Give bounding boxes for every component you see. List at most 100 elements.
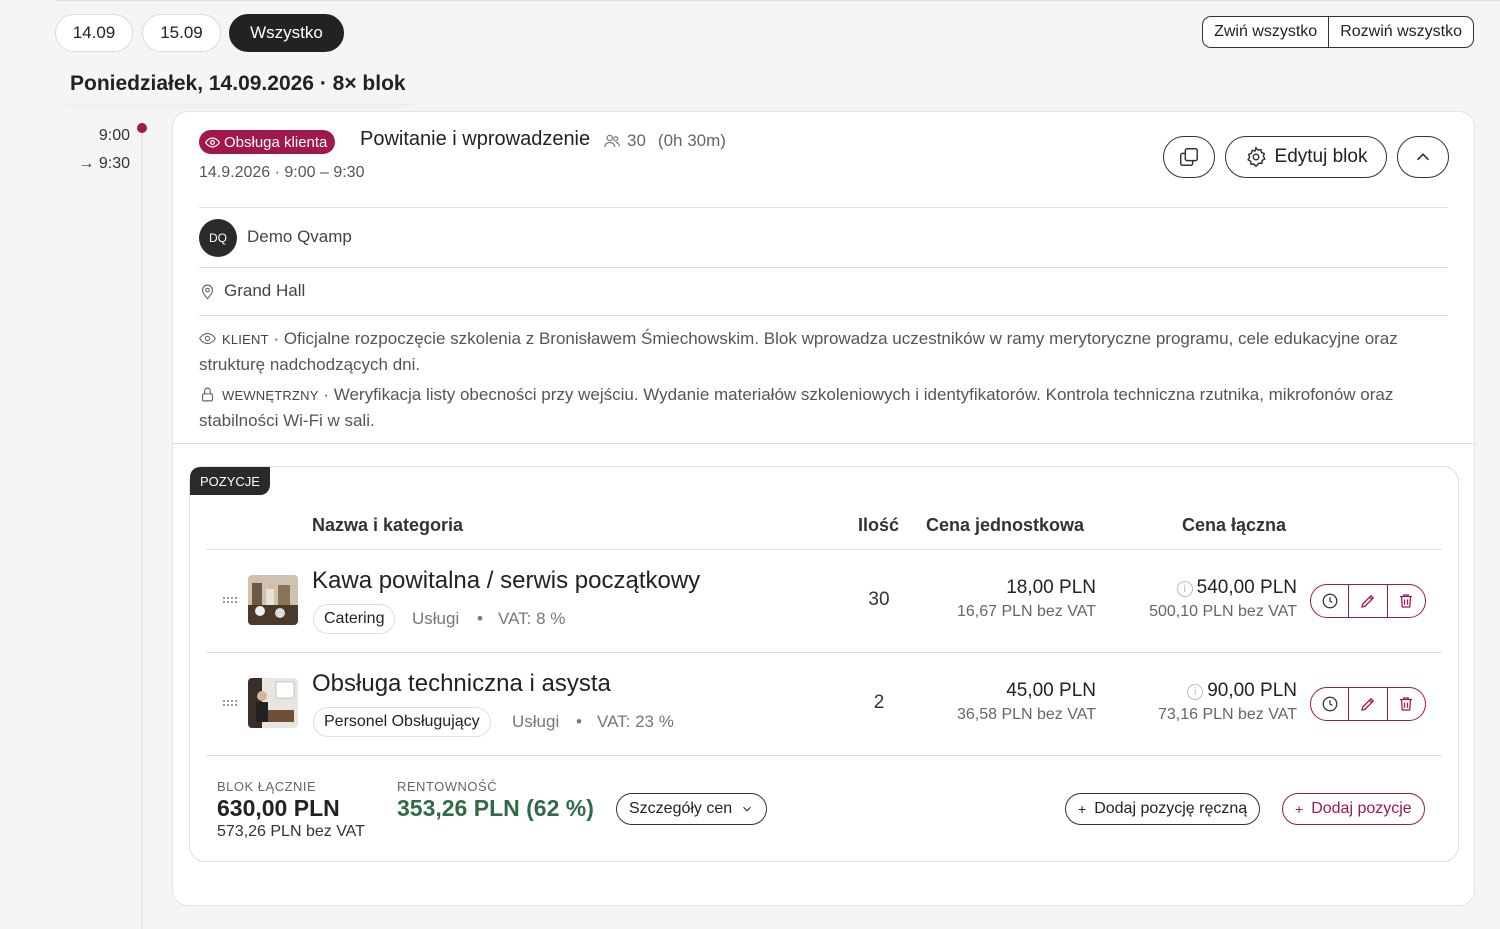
location-label: Grand Hall [224,281,306,300]
add-positions-button[interactable]: + Dodaj pozycje [1282,793,1425,825]
block-duration: (0h 30m) [657,131,726,150]
item-unit-price: 45,00 PLN 36,58 PLN bez VAT [957,680,1096,724]
separator-dot: • [576,712,582,731]
item-vat: VAT: 8 % [498,609,566,628]
gear-icon [1246,146,1266,168]
delete-button[interactable] [1386,585,1425,617]
edit-button[interactable] [1348,688,1386,720]
duplicate-button[interactable] [1163,136,1215,178]
eye-icon [205,136,220,148]
edit-block-label: Edytuj blok [1274,146,1368,167]
chevron-down-icon [743,806,752,812]
collapse-block-button[interactable] [1397,136,1449,178]
block-total: 630,00 PLN [217,795,340,821]
history-button[interactable] [1311,688,1348,720]
delete-button[interactable] [1386,688,1425,720]
block-card: Obsługa klienta Powitanie i wprowadzenie… [172,111,1475,906]
map-pin-icon [201,284,214,299]
tab-14-09[interactable]: 14.09 [55,14,133,52]
collapse-all-button[interactable]: Zwiń wszystko [1203,17,1328,47]
item-vat: VAT: 23 % [597,712,674,731]
owner-name: Demo Qvamp [247,227,352,246]
separator-dot: • [477,609,483,628]
price-details-label: Szczegóły cen [629,800,733,817]
tab-all[interactable]: Wszystko [229,14,344,52]
divider [173,443,1474,444]
client-note-text: · Oficjalne rozpoczęcie szkolenia z Bron… [199,329,1398,374]
timeline-times: 9:00 → 9:30 [60,122,130,178]
info-icon[interactable]: i [1176,581,1193,597]
item-unit-price: 18,00 PLN 16,67 PLN bez VAT [957,577,1096,621]
internal-note-text: · Weryfikacja listy obecności przy wejśc… [199,385,1394,430]
history-button[interactable] [1311,585,1348,617]
profit-value: 353,26 PLN (62 %) [397,795,594,821]
item-total-price: i 90,00 PLN 73,16 PLN bez VAT [1158,680,1297,724]
block-total-label: BLOK ŁĄCZNIE [217,779,317,794]
divider [199,267,1448,268]
profit-label: RENTOWNOŚĆ [397,779,498,794]
internal-tag: WEWNĘTRZNY [222,388,319,403]
category-label: Obsługa klienta [224,133,328,151]
total-price-net: 73,16 PLN bez VAT [1157,706,1297,723]
unit-price-gross: 18,00 PLN [1006,577,1096,598]
pencil-icon [1361,697,1375,711]
price-details-dropdown[interactable]: Szczegóły cen [616,793,768,825]
avatar: DQ [199,219,237,257]
add-manual-label: Dodaj pozycję ręczną [1094,800,1248,817]
item-qty: 2 [873,692,885,713]
item-name: Obsługa techniczna i asysta [312,670,611,697]
add-manual-position-button[interactable]: + Dodaj pozycję ręczną [1065,793,1261,825]
header-unit-price: Cena jednostkowa [926,515,1085,535]
copy-icon [1180,148,1198,166]
row-divider [206,652,1442,653]
end-time: → 9:30 [78,155,130,172]
plus-icon: + [1295,801,1304,817]
edit-block-button[interactable]: Edytuj blok [1225,136,1387,178]
unit-price-gross: 45,00 PLN [1006,680,1096,701]
top-divider [55,0,1500,3]
trash-icon [1400,594,1413,608]
expand-all-button[interactable]: Rozwiń wszystko [1328,17,1473,47]
eye-icon [199,332,216,345]
category-badge: Obsługa klienta [199,130,336,154]
header-name: Nazwa i kategoria [312,515,464,535]
lock-icon [201,387,214,402]
row-divider [206,755,1442,756]
block-title: Powitanie i wprowadzenie [360,128,591,150]
item-actions [1310,687,1426,721]
edit-button[interactable] [1348,585,1386,617]
unit-price-net: 16,67 PLN bez VAT [956,603,1096,620]
location: Grand Hall [199,281,305,301]
pencil-icon [1361,594,1375,608]
client-note: KLIENT · Oficjalne rozpoczęcie szkolenia… [199,326,1451,377]
clock-icon [1322,696,1338,712]
total-price-net: 500,10 PLN bez VAT [1149,603,1297,620]
drag-handle-icon[interactable] [222,596,240,604]
item-name: Kawa powitalna / serwis początkowy [312,567,701,594]
chevron-up-icon [1416,153,1430,161]
trash-icon [1400,697,1413,711]
info-icon[interactable]: i [1187,684,1204,700]
item-total-price: i 540,00 PLN 500,10 PLN bez VAT [1149,577,1297,621]
row-divider [206,549,1442,550]
unit-price-net: 36,58 PLN bez VAT [956,706,1096,723]
header-qty: Ilość [858,515,900,535]
block-date: 14.9.2026 · 9:00 – 9:30 [199,164,365,181]
drag-handle-icon[interactable] [222,699,240,707]
client-tag: KLIENT [222,332,269,347]
tab-15-09[interactable]: 15.09 [142,14,221,52]
clock-icon [1322,593,1338,609]
item-type: Usługi [412,609,460,628]
divider [199,207,1448,208]
item-actions [1310,584,1426,618]
total-price-gross: 90,00 PLN [1207,680,1297,701]
positions-panel: POZYCJE Nazwa i kategoria Ilość Cena jed… [189,466,1459,862]
block-meta: 30 (0h 30m) [603,131,726,151]
item-qty: 30 [868,589,890,610]
day-title: Poniedziałek, 14.09.2026 · 8× blok [62,64,414,104]
header-total-price: Cena łączna [1182,515,1287,535]
internal-note: WEWNĘTRZNY · Weryfikacja listy obecności… [199,382,1451,433]
item-type: Usługi [512,712,560,731]
add-positions-label: Dodaj pozycje [1311,800,1412,817]
item-thumbnail [248,678,298,728]
